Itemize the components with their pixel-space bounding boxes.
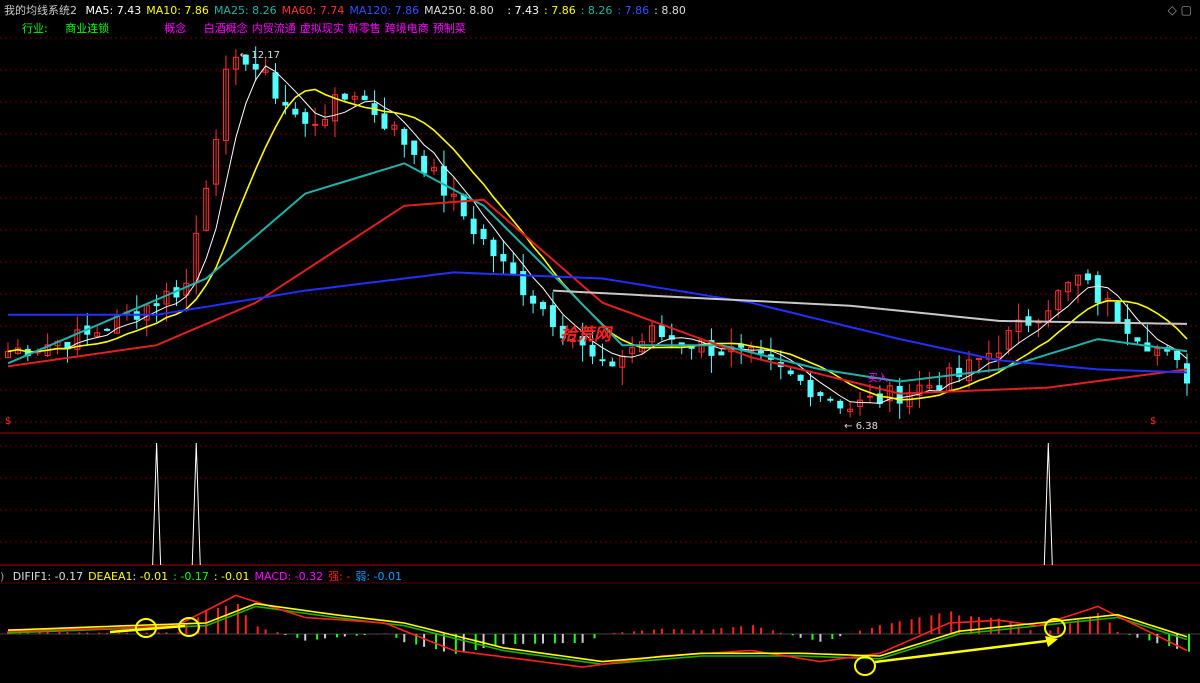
ma10-line [7,88,1188,401]
concept-tag[interactable]: 白酒概念 [204,22,248,35]
macd-legend: ) DIFIF1: -0.17 DEAEA1: -0.01: -0.17: -0.… [0,570,402,583]
buy-signal-label: 买入 [868,372,888,384]
concept-tag[interactable]: 新零售 [348,22,381,35]
candle-body [440,166,447,196]
candle-body [1114,301,1121,323]
extra-value: : 7.43 [507,4,540,17]
industry-label: 行业: [22,22,48,35]
candle-body [589,344,596,357]
candle-body [490,239,497,257]
candle-body [1094,275,1101,303]
candle-body [1184,363,1190,384]
highlight-circle [854,656,876,676]
macd-legend-item: DIFIF1: -0.17 [12,570,84,583]
candle-body [817,392,824,396]
candle-body [272,72,279,99]
concept-tag[interactable]: 虚拟现实 [300,22,344,35]
candle-body [807,379,814,398]
candle-body [500,254,507,262]
candle-body [510,262,517,274]
candle-body [292,108,299,115]
ma-legend-item: MA60: 7.74 [281,4,345,17]
concept-tag[interactable]: 跨境电商 [385,22,429,35]
ma-legend-item: MA5: 7.43 [85,4,142,17]
candle-body [1084,273,1091,281]
ma-legend-item: MA25: 8.26 [213,4,277,17]
candle-body [460,194,467,217]
macd-legend-item: : -0.17 [173,570,209,583]
candle-body [361,95,368,101]
candle-body [549,305,556,328]
high-price-label: ← 12.17 [240,50,280,61]
candle-body [470,218,477,235]
signal-spike [191,442,201,566]
candle-body [718,351,725,356]
industry-value[interactable]: 商业连锁 [65,22,109,35]
candle-body [609,361,616,367]
candle-body [787,370,794,375]
candle-body [1134,337,1141,342]
candle-body [599,359,606,362]
dollar-marker: $ [5,416,11,427]
extra-value: : 7.86 [544,4,576,17]
macd-legend-item: 强: - [328,570,351,583]
low-price-label: ← 6.38 [844,421,878,432]
candle-body [530,295,537,304]
candle-body [312,123,319,126]
macd-legend-item: MACD: -0.32 [254,570,324,583]
extra-value: : 7.86 [617,4,650,17]
candle-body [421,155,428,174]
industry-row: 行业: 商业连锁 概念 白酒概念 内贸流通 虚拟现实 新零售 跨境电商 预制菜 [22,20,484,36]
candle-body [153,303,160,307]
candle-body [302,112,309,124]
candle-body [540,302,547,310]
candle-body [936,385,943,391]
candle-body [411,140,418,155]
ma5-line [7,65,1188,404]
dollar-marker: $ [1150,416,1156,427]
macd-legend-item: 弱: -0.01 [355,570,402,583]
candle-body [837,400,844,409]
candle-body [1174,350,1181,361]
candle-body [381,113,388,129]
concept-tag[interactable]: 内贸流通 [252,22,296,35]
candle-body [252,63,259,70]
candle-body [658,325,665,337]
macd-legend-item: DEAEA1: -0.01 [88,570,169,583]
candle-body [1124,319,1131,334]
ma-legend: 我的均线系统2 MA5: 7.43 MA10: 7.86 MA25: 8.26 MA6… [4,2,696,18]
signal-spike [1043,442,1053,566]
macd-legend-item: : -0.01 [213,570,250,583]
candle-body [104,328,111,331]
candle-body [401,128,408,145]
ma-legend-item: MA120: 7.86 [349,4,420,17]
concept-tag[interactable]: 预制菜 [433,22,466,35]
watermark: 拾荒网 [560,325,614,345]
candle-body [797,374,804,381]
extra-value: : 8.80 [654,4,686,17]
candle-body [896,385,903,404]
extra-value: : 8.26 [580,4,613,17]
signal-spike [152,442,162,566]
ma-legend-item: MA10: 7.86 [146,4,209,17]
candle-body [480,228,487,240]
ma-legend-item: MA250: 8.80 [424,4,494,17]
candle-body [341,93,348,100]
candle-body [866,395,873,398]
expand-icon[interactable]: ◇ ▢ [1168,3,1192,17]
candle-body [827,398,834,401]
candle-body [757,350,764,354]
concept-label: 概念 [164,22,187,35]
system-name[interactable]: 我的均线系统2 [4,4,77,17]
candle-body [282,101,289,106]
